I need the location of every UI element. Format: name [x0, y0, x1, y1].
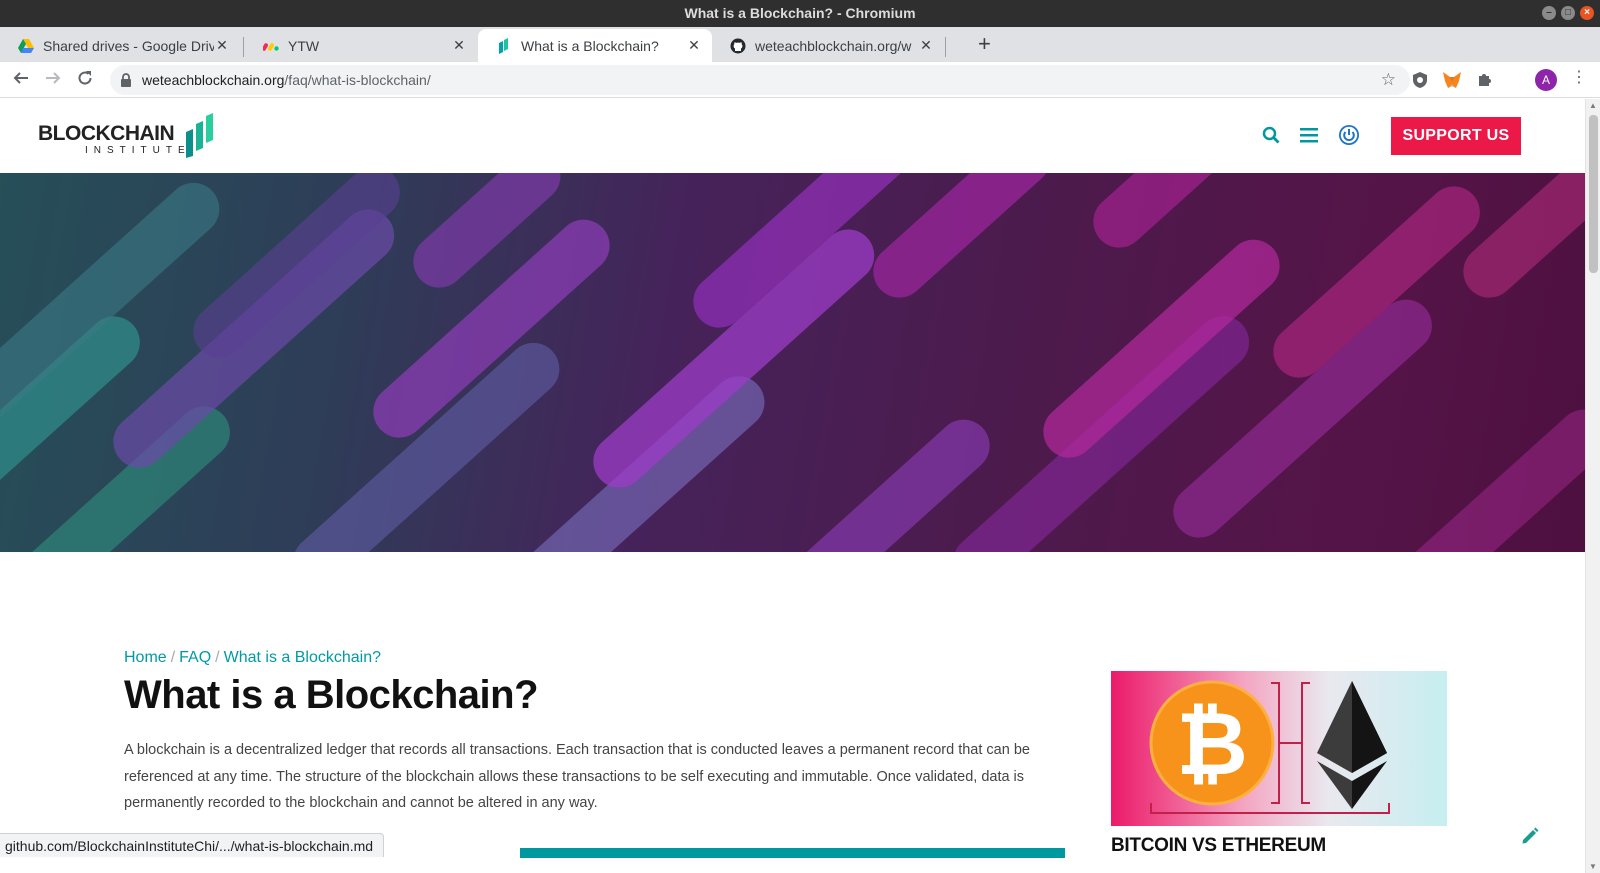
- tab-google-drive[interactable]: Shared drives - Google Drive ✕: [0, 29, 240, 62]
- window-controls: – □ ×: [1542, 6, 1594, 20]
- tab-title: YTW: [288, 37, 320, 54]
- new-tab-button[interactable]: +: [978, 33, 991, 55]
- close-tab-icon[interactable]: ✕: [214, 37, 230, 54]
- tab-title: What is a Blockchain?: [521, 37, 659, 54]
- edit-pencil-icon[interactable]: [1520, 825, 1540, 845]
- page-title: What is a Blockchain?: [124, 673, 539, 717]
- support-us-button[interactable]: SUPPORT US: [1391, 117, 1521, 155]
- reload-button[interactable]: [74, 69, 96, 91]
- bitcoin-ethereum-illustration: ₿: [1149, 680, 1390, 814]
- reload-icon: [78, 71, 92, 85]
- sidebar-card-title[interactable]: BITCOIN VS ETHEREUM: [1111, 835, 1326, 857]
- blockchain-institute-icon: [496, 37, 512, 54]
- breadcrumb: Home / FAQ / What is a Blockchain?: [124, 649, 381, 667]
- url-text: weteachblockchain.org/faq/what-is-blockc…: [142, 65, 431, 95]
- forward-button[interactable]: [42, 69, 64, 91]
- tab-divider: [243, 37, 244, 57]
- browser-menu-icon[interactable]: ⋮: [1571, 68, 1587, 88]
- breadcrumb-home-link[interactable]: Home: [124, 649, 167, 666]
- tab-what-is-blockchain[interactable]: What is a Blockchain? ✕: [478, 29, 712, 62]
- search-icon[interactable]: [1258, 122, 1284, 148]
- tab-title: weteachblockchain.org/w: [755, 37, 912, 54]
- privacy-badger-extension-icon[interactable]: [1410, 70, 1430, 90]
- scroll-down-icon[interactable]: ▼: [1589, 862, 1597, 871]
- metamask-fox-icon[interactable]: [1442, 70, 1462, 90]
- site-header: BLOCKCHAIN INSTITUTE SUPPORT US: [0, 99, 1585, 174]
- close-tab-icon[interactable]: ✕: [686, 37, 702, 54]
- url-domain: weteachblockchain.org: [142, 72, 285, 88]
- link-status-bubble: github.com/BlockchainInstituteChi/.../wh…: [0, 833, 385, 857]
- breadcrumb-separator: /: [215, 649, 220, 666]
- bookmark-star-icon[interactable]: ☆: [1381, 65, 1396, 95]
- article-intro: A blockchain is a decentralized ledger t…: [124, 742, 1030, 811]
- tab-ytw[interactable]: YTW ✕: [245, 29, 477, 62]
- page-viewport: BLOCKCHAIN INSTITUTE SUPPORT US Home / F…: [0, 99, 1585, 873]
- close-window-button[interactable]: ×: [1580, 6, 1594, 20]
- tab-github[interactable]: weteachblockchain.org/w ✕: [712, 29, 944, 62]
- login-power-icon[interactable]: [1336, 122, 1362, 148]
- tab-divider: [945, 37, 946, 57]
- breadcrumb-current-link[interactable]: What is a Blockchain?: [224, 649, 381, 666]
- close-tab-icon[interactable]: ✕: [451, 37, 467, 54]
- minimize-button[interactable]: –: [1542, 6, 1556, 20]
- svg-text:₿: ₿: [1176, 694, 1248, 793]
- monday-icon: [263, 38, 279, 54]
- page-scrollbar[interactable]: ▲ ▼: [1585, 99, 1600, 873]
- site-logo[interactable]: BLOCKCHAIN INSTITUTE: [38, 112, 218, 160]
- window-title: What is a Blockchain? - Chromium: [684, 5, 916, 21]
- profile-avatar[interactable]: A: [1535, 69, 1557, 91]
- logo-mark-icon: [186, 113, 213, 158]
- logo-subtitle: INSTITUTE: [85, 145, 191, 156]
- teal-section-bar: [520, 848, 1065, 858]
- browser-toolbar: weteachblockchain.org/faq/what-is-blockc…: [0, 62, 1600, 98]
- url-path: /faq/what-is-blockchain/: [284, 72, 431, 88]
- scroll-up-icon[interactable]: ▲: [1589, 101, 1597, 110]
- logo-wordmark: BLOCKCHAIN: [38, 122, 175, 145]
- google-drive-icon: [18, 38, 34, 54]
- hero-banner: [0, 173, 1585, 552]
- github-icon: [730, 38, 746, 54]
- scrollbar-thumb[interactable]: [1589, 115, 1598, 273]
- breadcrumb-faq-link[interactable]: FAQ: [179, 649, 211, 666]
- breadcrumb-separator: /: [170, 649, 176, 666]
- arrow-right-icon: [46, 72, 61, 84]
- tab-title: Shared drives - Google Drive: [43, 37, 214, 54]
- window-titlebar: What is a Blockchain? - Chromium – □ ×: [0, 0, 1600, 27]
- hamburger-menu-icon[interactable]: [1296, 122, 1322, 148]
- lock-icon: [121, 73, 131, 87]
- arrow-left-icon: [13, 72, 28, 84]
- maximize-button[interactable]: □: [1561, 6, 1575, 20]
- bitcoin-vs-ethereum-image[interactable]: ₿: [1111, 671, 1447, 826]
- close-tab-icon[interactable]: ✕: [918, 37, 934, 54]
- address-bar[interactable]: weteachblockchain.org/faq/what-is-blockc…: [110, 65, 1410, 95]
- tab-strip: Shared drives - Google Drive ✕ YTW ✕ Wha…: [0, 27, 1600, 62]
- back-button[interactable]: [10, 69, 32, 91]
- extensions-puzzle-icon[interactable]: [1474, 70, 1494, 90]
